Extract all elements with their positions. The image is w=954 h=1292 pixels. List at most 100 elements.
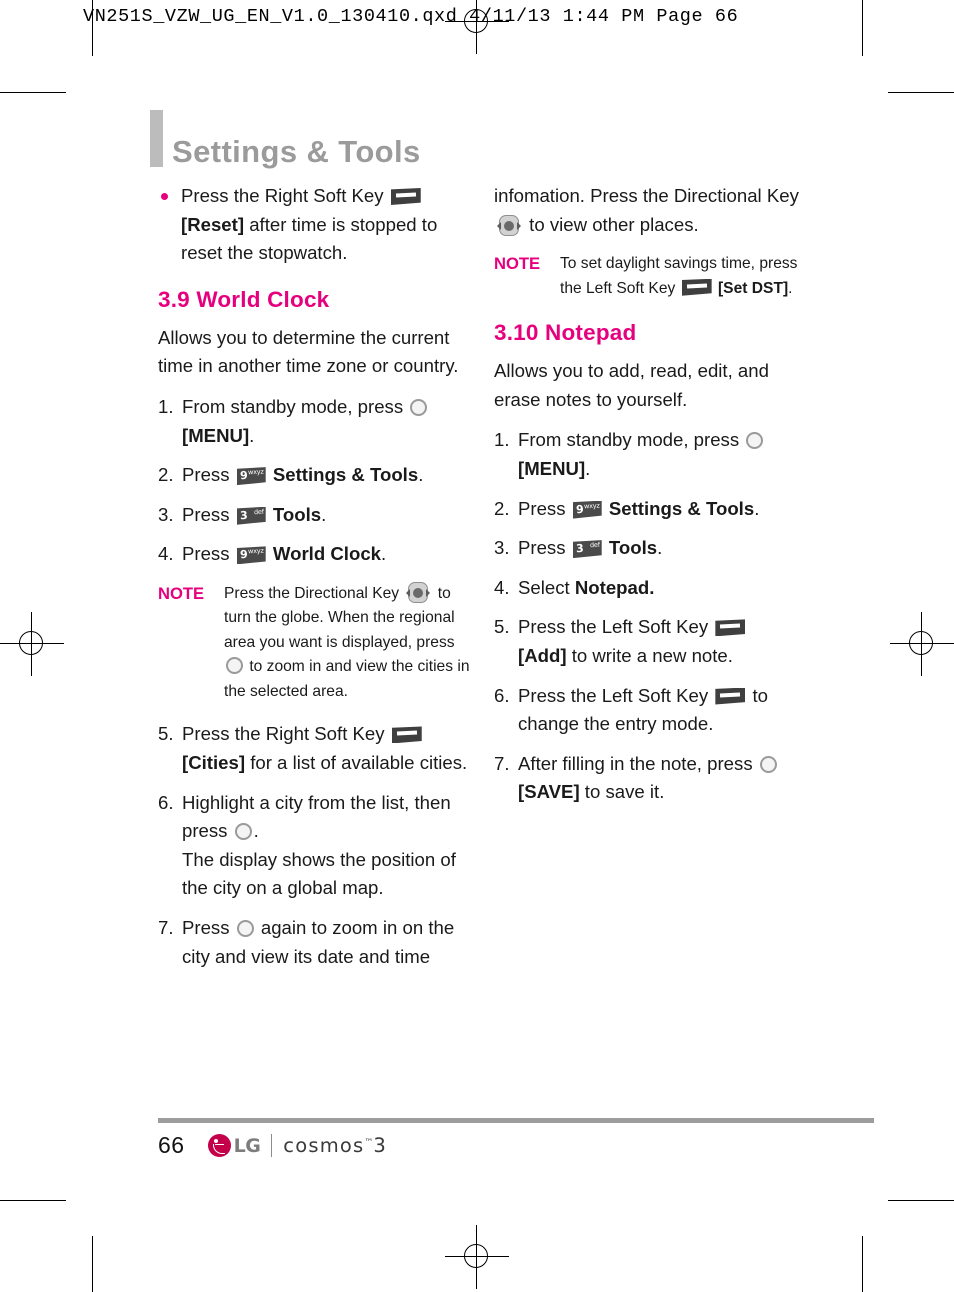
keypad-9-wxyz-icon: 9 wxyz	[236, 467, 266, 486]
step-number: 5.	[158, 723, 174, 745]
step-1-world-clock: 1. From standby mode, press [MENU].	[158, 393, 470, 450]
step-number: 7.	[158, 917, 174, 938]
continued-paragraph: infomation. Press the Directional Key to…	[494, 182, 806, 239]
footer-divider	[271, 1134, 273, 1157]
note-label: NOTE	[494, 254, 541, 274]
step-text: Press the Left Soft Key	[518, 684, 714, 706]
right-soft-key-icon	[391, 726, 422, 744]
step-number: 2.	[158, 464, 174, 486]
note-label: NOTE	[158, 583, 205, 603]
note-text-part1: Press the Directional Key	[224, 584, 404, 602]
step-number: 2.	[494, 497, 510, 519]
step-tail: .	[418, 464, 424, 486]
keypad-9-wxyz-icon: 9 wxyz	[236, 546, 266, 565]
notepad-item-label: Notepad.	[574, 576, 655, 598]
lg-wordmark: LG	[233, 1134, 261, 1157]
step-tail: .	[253, 820, 259, 842]
menu-item-label: Tools	[272, 503, 322, 525]
step-2-world-clock: 2. Press 9 wxyz Settings & Tools.	[158, 461, 470, 490]
page-title: Settings & Tools	[172, 133, 421, 169]
step-number: 3.	[494, 537, 510, 559]
menu-item-label: Tools	[608, 537, 658, 559]
ok-key-icon	[746, 432, 764, 450]
step-6-world-clock: 6. Highlight a city from the list, then …	[158, 789, 470, 903]
cities-key-label: [Cities]	[182, 752, 246, 774]
reset-key-label: [Reset]	[181, 213, 245, 235]
step-tail: .	[381, 543, 387, 565]
step-6-notepad: 6. Press the Left Soft Key to change the…	[494, 682, 806, 739]
step-tail: for a list of available cities.	[245, 752, 468, 774]
section-heading-world-clock: 3.9 World Clock	[158, 286, 330, 312]
keypad-digit: 9	[239, 468, 248, 483]
continued-text-part2: to view other places.	[524, 213, 699, 235]
step-tail: to write a new note.	[566, 644, 733, 666]
keypad-9-wxyz-icon: 9 wxyz	[572, 500, 602, 519]
step-text: Press	[518, 497, 571, 519]
product-generation: 3	[373, 1134, 388, 1157]
save-key-label: [SAVE]	[518, 781, 580, 803]
keypad-letters: wxyz	[247, 467, 264, 477]
step-number: 5.	[494, 616, 510, 638]
keypad-digit: 9	[575, 502, 584, 516]
step-text: Press	[182, 464, 235, 486]
lg-brand-logo: LG	[207, 1134, 261, 1157]
step-number: 1.	[158, 395, 174, 417]
add-key-label: [Add]	[518, 644, 567, 666]
step-text: Press	[518, 537, 571, 559]
step-number: 6.	[158, 791, 174, 813]
directional-key-icon	[406, 581, 431, 603]
step-extra-text: The display shows the position of the ci…	[182, 848, 456, 899]
note-tail: .	[788, 279, 793, 297]
set-dst-key-label: [Set DST]	[717, 279, 789, 297]
lg-face-icon	[207, 1134, 231, 1157]
keypad-3-def-icon: 3 def	[236, 506, 266, 525]
keypad-letters: def	[589, 540, 600, 550]
step-1-notepad: 1. From standby mode, press [MENU].	[494, 426, 806, 483]
step-text: Select	[518, 576, 575, 598]
left-column: Press the Right Soft Key [Reset] after t…	[158, 182, 470, 982]
step-2-notepad: 2. Press 9 wxyz Settings & Tools.	[494, 495, 806, 524]
menu-key-label: [MENU]	[518, 457, 586, 479]
menu-key-label: [MENU]	[182, 424, 250, 446]
left-soft-key-icon	[681, 278, 712, 296]
menu-item-label: Settings & Tools	[608, 497, 755, 519]
ok-key-icon	[236, 920, 254, 937]
ok-key-icon	[226, 657, 243, 675]
step-text: Press	[182, 503, 235, 525]
step-text: Highlight a city from the list, then pre…	[182, 791, 451, 842]
directional-key-icon	[497, 214, 521, 236]
product-wordmark: cosmos™3	[283, 1134, 387, 1157]
step-7-notepad: 7. After filling in the note, press [SAV…	[494, 750, 806, 807]
notepad-intro: Allows you to add, read, edit, and erase…	[494, 360, 769, 410]
step-tail: to save it.	[579, 781, 665, 803]
step-tail: .	[657, 537, 663, 559]
ok-key-icon	[234, 823, 252, 841]
step-4-notepad: 4. Select Notepad.	[494, 574, 806, 603]
ok-key-icon	[759, 755, 777, 773]
step-7-world-clock: 7. Press again to zoom in on the city an…	[158, 914, 470, 971]
step-text: From standby mode, press	[518, 429, 745, 451]
product-name: cosmos	[283, 1134, 365, 1157]
world-clock-intro: Allows you to determine the current time…	[158, 326, 459, 377]
step-5-world-clock: 5. Press the Right Soft Key [Cities] for…	[158, 720, 470, 777]
note-daylight-savings: NOTE To set daylight savings time, press…	[494, 252, 806, 301]
menu-item-label: Settings & Tools	[272, 464, 419, 486]
step-tail: .	[754, 497, 760, 519]
keypad-digit: 3	[239, 508, 248, 522]
step-text: After filling in the note, press	[518, 752, 758, 774]
step-number: 3.	[158, 503, 174, 525]
step-tail: .	[249, 424, 255, 446]
right-column: infomation. Press the Directional Key to…	[494, 182, 806, 818]
section-heading-notepad: 3.10 Notepad	[494, 320, 637, 346]
left-soft-key-icon	[715, 619, 746, 637]
note-world-clock: NOTE Press the Directional Key to turn t…	[158, 581, 470, 705]
bullet-dot-icon	[161, 193, 168, 200]
step-3-notepad: 3. Press 3 def Tools.	[494, 534, 806, 563]
step-text: Press	[182, 917, 235, 938]
left-soft-key-icon	[715, 687, 746, 705]
step-number: 6.	[494, 684, 510, 706]
step-text: From standby mode, press	[182, 395, 409, 417]
footer: 66 LG cosmos™3	[158, 1132, 387, 1159]
page-number: 66	[158, 1132, 185, 1158]
right-soft-key-icon	[390, 188, 421, 205]
